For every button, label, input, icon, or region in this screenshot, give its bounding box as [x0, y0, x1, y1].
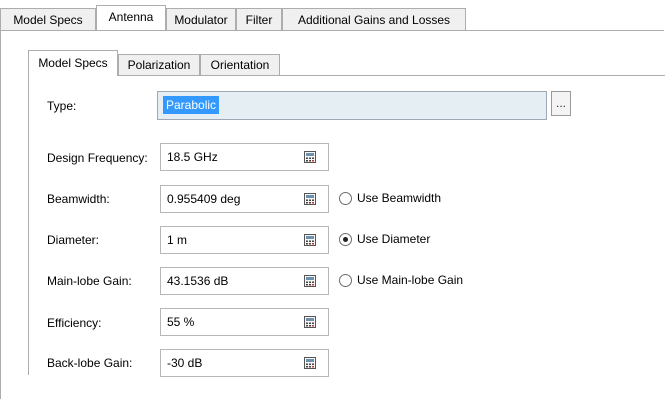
model-specs-panel: [28, 75, 665, 375]
design-frequency-field[interactable]: 18.5 GHz: [160, 143, 329, 171]
efficiency-label: Efficiency:: [47, 316, 102, 330]
inner-tab-orientation[interactable]: Orientation: [200, 54, 280, 75]
calculator-icon[interactable]: [304, 275, 316, 287]
main-lobe-gain-field[interactable]: 43.1536 dB: [160, 267, 329, 295]
efficiency-field[interactable]: 55 %: [160, 308, 329, 336]
inner-tab-model-specs[interactable]: Model Specs: [28, 50, 118, 76]
calculator-icon[interactable]: [304, 151, 316, 163]
beamwidth-label: Beamwidth:: [47, 192, 110, 206]
back-lobe-gain-label: Back-lobe Gain:: [47, 356, 133, 370]
type-label: Type:: [47, 99, 77, 113]
main-lobe-gain-label: Main-lobe Gain:: [47, 274, 132, 288]
efficiency-value: 55 %: [167, 315, 195, 329]
calculator-icon[interactable]: [304, 357, 316, 369]
back-lobe-gain-value: -30 dB: [167, 356, 203, 370]
tab-label: Model Specs: [38, 56, 108, 70]
calculator-icon[interactable]: [304, 234, 316, 246]
use-main-lobe-gain-label: Use Main-lobe Gain: [357, 273, 464, 287]
tab-label: Filter: [245, 13, 273, 27]
tab-label: Modulator: [174, 13, 228, 27]
diameter-label: Diameter:: [47, 233, 100, 247]
tab-label: Model Specs: [13, 13, 83, 27]
type-value: Parabolic: [163, 96, 220, 114]
radio-circle[interactable]: [339, 274, 352, 287]
tab-label: Orientation: [210, 58, 270, 72]
radio-circle[interactable]: [339, 233, 352, 246]
tab-label: Antenna: [108, 10, 154, 24]
beamwidth-field[interactable]: 0.955409 deg: [160, 185, 329, 213]
inner-tab-polarization[interactable]: Polarization: [118, 54, 200, 75]
use-diameter-label: Use Diameter: [357, 232, 431, 246]
calculator-icon[interactable]: [304, 193, 316, 205]
beamwidth-value: 0.955409 deg: [167, 192, 241, 206]
main-lobe-gain-value: 43.1536 dB: [167, 274, 229, 288]
tab-label: Polarization: [127, 58, 191, 72]
diameter-value: 1 m: [167, 233, 188, 247]
design-frequency-label: Design Frequency:: [47, 151, 148, 165]
tab-label: Additional Gains and Losses: [297, 13, 451, 27]
calculator-icon[interactable]: [304, 316, 316, 328]
use-beamwidth-label: Use Beamwidth: [357, 191, 442, 205]
design-frequency-value: 18.5 GHz: [167, 150, 218, 164]
type-browse-button[interactable]: ...: [551, 91, 571, 116]
tab-additional-gains-and-losses[interactable]: Additional Gains and Losses: [282, 8, 466, 30]
tab-filter[interactable]: Filter: [236, 8, 282, 30]
tab-modulator[interactable]: Modulator: [166, 8, 236, 30]
type-field[interactable]: Parabolic: [157, 91, 547, 120]
outer-tab-strip: Model Specs Antenna Modulator Filter Add…: [0, 0, 665, 34]
back-lobe-gain-field[interactable]: -30 dB: [160, 349, 329, 377]
diameter-field[interactable]: 1 m: [160, 226, 329, 254]
tab-antenna[interactable]: Antenna: [96, 5, 166, 30]
tab-model-specs[interactable]: Model Specs: [0, 8, 96, 30]
radio-circle[interactable]: [339, 192, 352, 205]
